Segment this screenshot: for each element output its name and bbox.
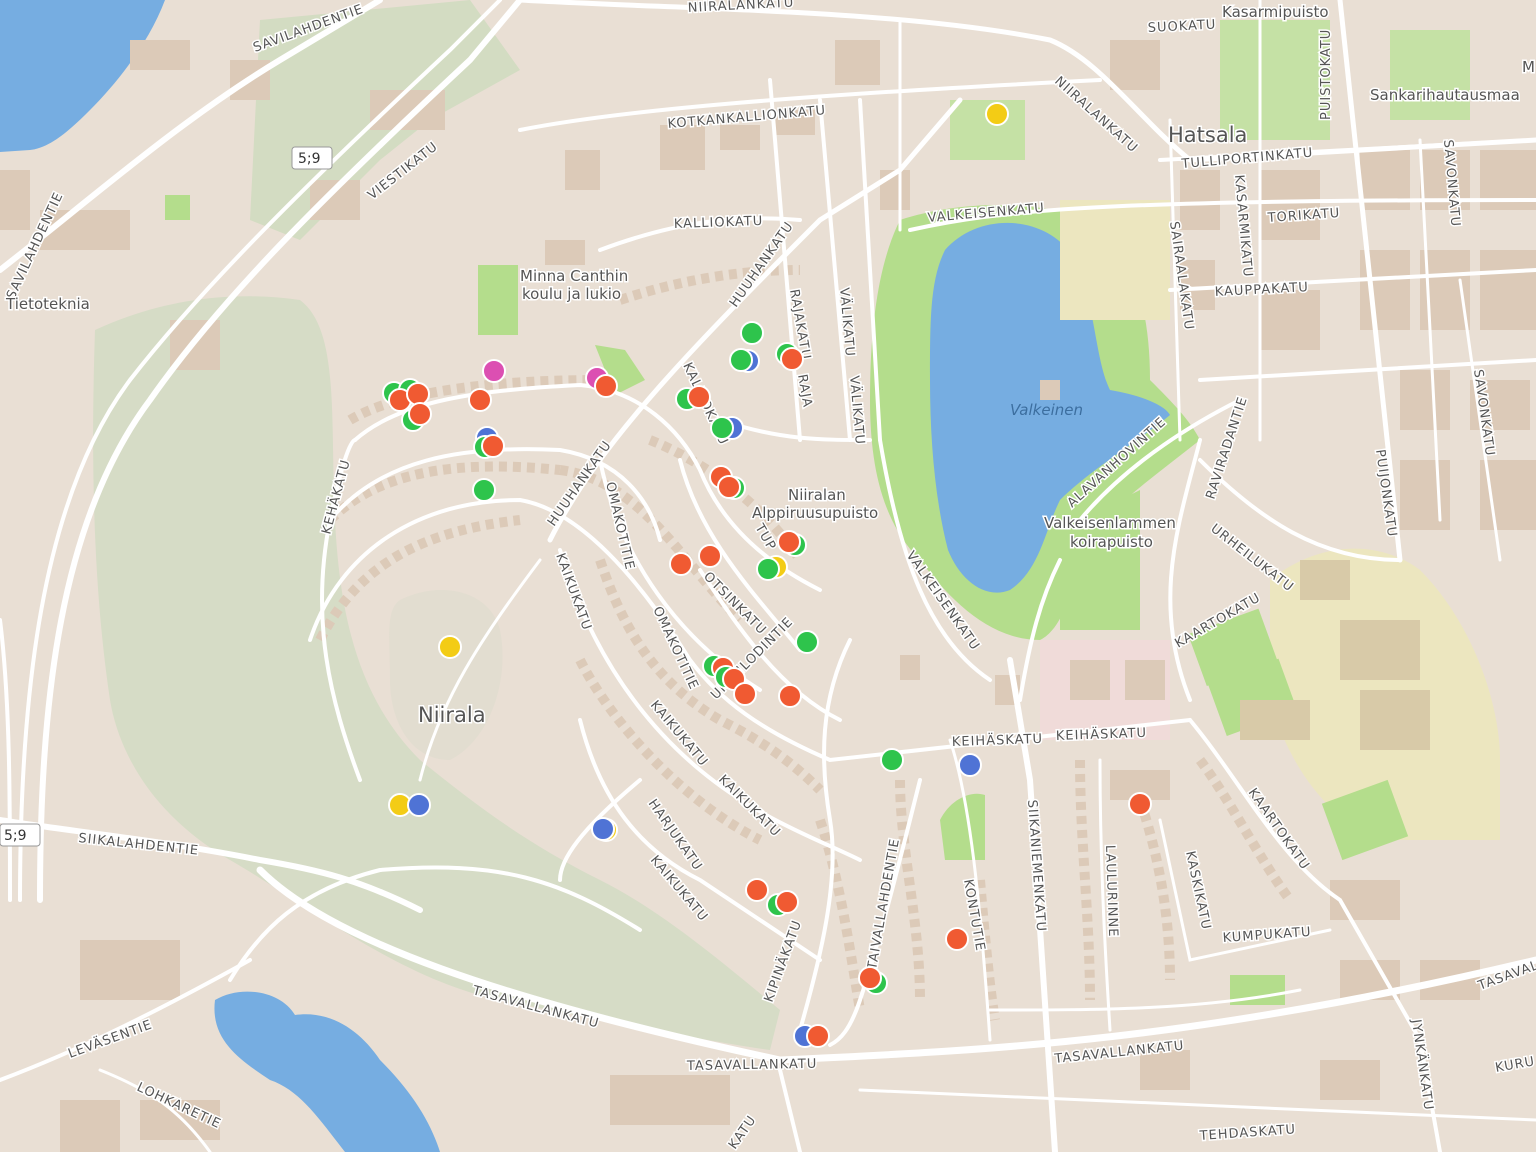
red-marker[interactable]	[406, 382, 430, 406]
map-canvas[interactable]: SAVILAHDENTIE NIIRALANKATU SUOKATU Kasar…	[0, 0, 1536, 1152]
red-marker[interactable]	[468, 388, 492, 412]
label-hatsala: Hatsala	[1168, 123, 1247, 147]
red-marker[interactable]	[481, 434, 505, 458]
label-niirala: Niirala	[418, 703, 486, 727]
label-partial-m: M	[1522, 58, 1535, 76]
svg-text:5;9: 5;9	[298, 151, 321, 167]
pink-marker[interactable]	[482, 359, 506, 383]
red-marker[interactable]	[669, 552, 693, 576]
label-kasarmipuisto: Kasarmipuisto	[1222, 3, 1329, 21]
red-marker[interactable]	[945, 927, 969, 951]
label-sankarihautausmaa: Sankarihautausmaa	[1370, 86, 1520, 104]
label-puistokatu: PUISTOKATU	[1319, 29, 1334, 120]
label-koirapuisto-1: Valkeisenlammen	[1044, 514, 1176, 532]
red-marker[interactable]	[1128, 792, 1152, 816]
label-alppiruusu-2: Alppiruusupuisto	[752, 504, 878, 522]
blue-marker[interactable]	[958, 753, 982, 777]
park-small-1	[165, 195, 190, 220]
green-marker[interactable]	[472, 478, 496, 502]
blue-marker[interactable]	[407, 793, 431, 817]
label-koirapuisto-2: koirapuisto	[1070, 533, 1153, 551]
label-keihaskatu-2: KEIHÄSKATU	[1056, 725, 1148, 744]
red-marker[interactable]	[775, 890, 799, 914]
yellow-marker[interactable]	[985, 102, 1009, 126]
park-kasarmipuisto	[1220, 20, 1330, 140]
blue-marker[interactable]	[591, 817, 615, 841]
label-minna-1: Minna Canthin	[520, 267, 628, 285]
label-valkeinen: Valkeinen	[1010, 401, 1083, 419]
yellow-marker[interactable]	[438, 635, 462, 659]
road-shield-2: 5;9	[0, 823, 41, 847]
svg-text:5;9: 5;9	[4, 828, 27, 844]
green-marker[interactable]	[729, 348, 753, 372]
red-marker[interactable]	[698, 544, 722, 568]
red-marker[interactable]	[733, 682, 757, 706]
label-tietoteknia: Tietoteknia	[5, 295, 90, 313]
road-shield-1: 5;9	[291, 146, 333, 170]
red-marker[interactable]	[778, 684, 802, 708]
green-marker[interactable]	[756, 557, 780, 581]
red-marker[interactable]	[777, 530, 801, 554]
label-minna-2: koulu ja lukio	[522, 285, 621, 303]
red-marker[interactable]	[745, 878, 769, 902]
label-keihaskatu-1: KEIHÄSKATU	[952, 731, 1044, 750]
red-marker[interactable]	[858, 966, 882, 990]
label-kalliokatu: KALLIOKATU	[674, 214, 764, 232]
red-marker[interactable]	[806, 1024, 830, 1048]
park-minna	[478, 265, 518, 335]
label-tasavallankatu-2: TASAVALLANKATU	[686, 1057, 818, 1074]
red-marker[interactable]	[408, 402, 432, 426]
red-marker[interactable]	[717, 475, 741, 499]
green-marker[interactable]	[795, 630, 819, 654]
green-marker[interactable]	[880, 748, 904, 772]
green-marker[interactable]	[740, 321, 764, 345]
red-marker[interactable]	[780, 347, 804, 371]
green-marker[interactable]	[710, 416, 734, 440]
label-alppiruusu-1: Niiralan	[788, 486, 846, 504]
red-marker[interactable]	[594, 374, 618, 398]
red-marker[interactable]	[687, 385, 711, 409]
park-kasarmipuisto-2	[1390, 30, 1470, 120]
campus-upper	[1060, 200, 1170, 320]
